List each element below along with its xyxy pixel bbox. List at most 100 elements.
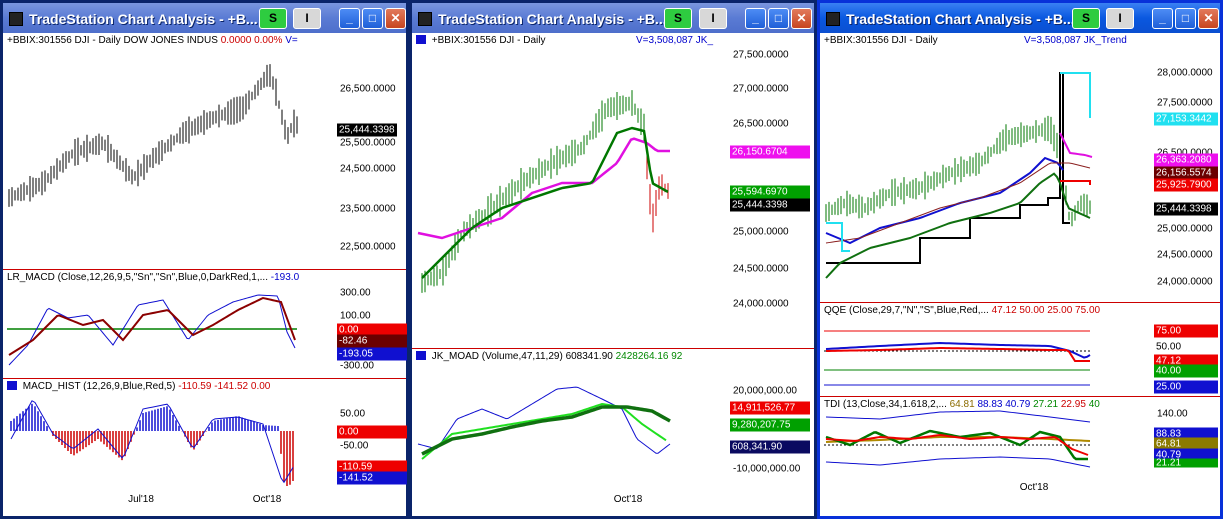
s-button[interactable]: S	[664, 8, 692, 29]
close-icon[interactable]: ✕	[791, 8, 812, 29]
value-box: 21.21	[1154, 458, 1218, 468]
maximize-icon[interactable]: □	[1175, 8, 1196, 29]
axis-label: 24,500.0000	[733, 263, 789, 275]
window-title: TradeStation Chart Analysis - +B...	[846, 11, 1075, 27]
moad-chart	[417, 386, 671, 460]
macd-hist-pane[interactable]: MACD_HIST (12,26,9,Blue,Red,5) -110.59 -…	[3, 379, 409, 491]
axis-label: 26,500.0000	[340, 83, 396, 95]
hist-axis: 50.00 -50.00 0.00 -110.59 -141.52	[337, 379, 409, 491]
axis-label: 24,000.0000	[733, 298, 789, 310]
value-box-macd: -82.46	[337, 334, 407, 348]
price-bars-chart	[417, 90, 670, 293]
axis-label: -50.00	[340, 440, 369, 452]
axis-label: 20,000,000.00	[733, 385, 797, 397]
price-pane[interactable]: +BBIX:301556 DJI - Daily DOW JONES INDUS…	[3, 33, 406, 269]
s-button[interactable]: S	[1072, 8, 1100, 29]
maximize-icon[interactable]: □	[768, 8, 789, 29]
tdi-chart	[824, 410, 1091, 468]
macd-chart	[7, 294, 297, 366]
price-bars-chart	[825, 72, 1093, 279]
axis-label: -300.00	[340, 360, 374, 372]
axis-label: 25,000.0000	[733, 226, 789, 238]
value-box: 25,594.6970	[730, 185, 810, 199]
i-button[interactable]: I	[293, 8, 321, 29]
value-box: 27,153.3442	[1154, 112, 1218, 126]
minimize-icon[interactable]: _	[745, 8, 766, 29]
value-box: 25,925.7900	[1154, 178, 1218, 192]
close-icon[interactable]: ✕	[385, 8, 406, 29]
i-button[interactable]: I	[699, 8, 727, 29]
price-axis: 28,000.0000 27,500.0000 26,500.0000 25,0…	[1154, 33, 1220, 302]
value-box: 25.00	[1154, 380, 1218, 394]
i-button[interactable]: I	[1106, 8, 1134, 29]
qqe-axis: 75.00 50.00 47.12 40.00 25.00	[1154, 303, 1220, 396]
axis-label: 24,500.0000	[1157, 249, 1213, 261]
minimize-icon[interactable]: _	[1152, 8, 1173, 29]
date-label: Jul'18	[128, 494, 154, 505]
window-titlebar[interactable]: TradeStation Chart Analysis - +B... S I …	[820, 3, 1220, 33]
axis-label: 27,500.0000	[1157, 97, 1213, 109]
date-axis: Oct'18	[412, 486, 814, 516]
date-axis: Jul'18 Oct'18	[3, 486, 406, 516]
last-price-box: 25,444.3398	[1154, 202, 1218, 216]
price-axis: 27,500.0000 27,000.0000 26,500.0000 25,0…	[730, 33, 814, 348]
axis-label: 24,500.0000	[340, 163, 396, 175]
date-label: Oct'18	[252, 494, 282, 505]
price-pane[interactable]: +BBIX:301556 DJI - Daily V=3,508,087 JK_…	[412, 33, 814, 348]
moad-axis: 20,000,000.00 -10,000,000.00 14,911,526.…	[730, 349, 814, 491]
tdi-axis: 140.00 88.83 64.81 40.79 21.21	[1154, 397, 1220, 477]
value-box: 14,911,526.77	[730, 401, 810, 415]
value-box: 9,280,207.75	[730, 418, 810, 432]
histogram-chart	[10, 400, 294, 489]
window-titlebar[interactable]: TradeStation Chart Analysis - +B... S I …	[412, 3, 814, 33]
axis-label: 23,500.0000	[340, 203, 396, 215]
price-bars-chart	[8, 64, 298, 207]
window-title: TradeStation Chart Analysis - +B...	[29, 11, 258, 27]
value-box: 608,341.90	[730, 440, 810, 454]
date-label: Oct'18	[1019, 482, 1049, 493]
last-price-box: 25,444.3398	[337, 123, 397, 137]
macd-pane[interactable]: LR_MACD (Close,12,26,9,5,"Sn","Sn",Blue,…	[3, 270, 409, 378]
value-box: -141.52	[337, 471, 407, 485]
axis-label: 27,500.0000	[733, 49, 789, 61]
axis-label: 22,500.0000	[340, 241, 396, 253]
axis-label: 27,000.0000	[733, 83, 789, 95]
axis-label: 100.00	[340, 310, 371, 322]
axis-label: 24,000.0000	[1157, 276, 1213, 288]
price-axis: 26,500.0000 25,500.0000 24,500.0000 23,5…	[337, 33, 409, 269]
value-box: 26,150.6704	[730, 145, 810, 159]
date-axis: Oct'18	[820, 474, 1220, 516]
value-box: 75.00	[1154, 324, 1218, 338]
close-icon[interactable]: ✕	[1198, 8, 1219, 29]
axis-label: -10,000,000.00	[733, 463, 801, 475]
macd-axis: 300.00 100.00 -300.00 0.00 -82.46 -193.0…	[337, 270, 409, 378]
value-box: 40.00	[1154, 364, 1218, 378]
axis-label: 28,000.0000	[1157, 67, 1213, 79]
date-label: Oct'18	[613, 494, 643, 505]
value-box: 0.00	[337, 425, 407, 439]
axis-label: 25,000.0000	[1157, 223, 1213, 235]
window-titlebar[interactable]: TradeStation Chart Analysis - +B... S I …	[3, 3, 406, 33]
qqe-chart	[824, 330, 1091, 386]
price-pane[interactable]: +BBIX:301556 DJI - Daily V=3,508,087 JK_…	[820, 33, 1220, 302]
maximize-icon[interactable]: □	[362, 8, 383, 29]
value-box: 50.00	[1154, 340, 1218, 354]
chart-window-3[interactable]: TradeStation Chart Analysis - +B... S I …	[817, 0, 1223, 519]
tdi-pane[interactable]: TDI (13,Close,34,1.618,2,... 64.81 88.83…	[820, 397, 1220, 477]
value-box-signal: -193.05	[337, 347, 407, 361]
tradestation-app-icon	[418, 12, 432, 26]
axis-label: 25,500.0000	[340, 137, 396, 149]
chart-window-2[interactable]: TradeStation Chart Analysis - +B... S I …	[409, 0, 817, 519]
tradestation-app-icon	[826, 12, 840, 26]
chart-window-1[interactable]: TradeStation Chart Analysis - +B... S I …	[0, 0, 409, 519]
value-box: 26,363.2080	[1154, 153, 1218, 167]
qqe-pane[interactable]: QQE (Close,29,7,"N","S",Blue,Red,... 47.…	[820, 303, 1220, 396]
s-button[interactable]: S	[259, 8, 287, 29]
tradestation-app-icon	[9, 12, 23, 26]
minimize-icon[interactable]: _	[339, 8, 360, 29]
axis-label: 26,500.0000	[733, 118, 789, 130]
axis-label: 300.00	[340, 287, 371, 299]
window-title: TradeStation Chart Analysis - +B...	[438, 11, 667, 27]
axis-label: 50.00	[340, 408, 366, 420]
moad-pane[interactable]: JK_MOAD (Volume,47,11,29) 608341.90 2428…	[412, 349, 814, 491]
